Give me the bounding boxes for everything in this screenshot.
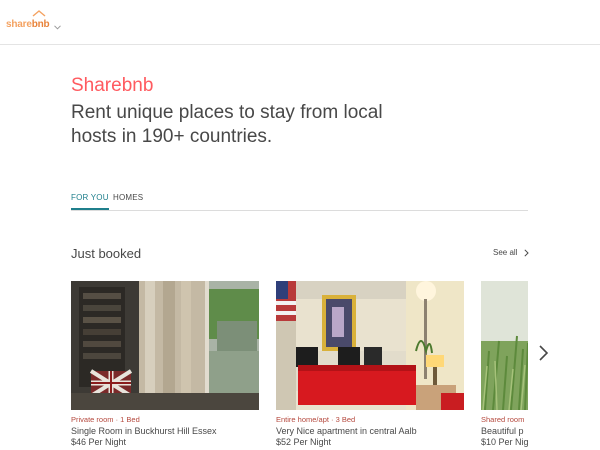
category-tabs: FOR YOU HOMES [71, 188, 528, 211]
listing-title: Very Nice apartment in central Aalb [276, 426, 417, 436]
see-all-link[interactable]: See all [493, 248, 530, 257]
listing-title: Single Room in Buckhurst Hill Essex [71, 426, 217, 436]
listing-photo [481, 281, 528, 410]
tagline: Rent unique places to stay from local ho… [71, 102, 383, 147]
brand-heading: Sharebnb [71, 75, 154, 96]
listing-type: Shared room [481, 415, 525, 424]
listing-card[interactable]: Private room · 1 Bed Single Room in Buck… [71, 281, 259, 448]
listing-card[interactable]: Shared room Beautiful p $10 Per Nigh [481, 281, 528, 448]
listing-price: $46 Per Night [71, 437, 127, 447]
listing-carousel: Private room · 1 Bed Single Room in Buck… [71, 281, 528, 450]
tab-for-you[interactable]: FOR YOU [71, 193, 109, 210]
chevron-down-icon [54, 25, 62, 30]
listing-price: $10 Per Nigh [481, 437, 528, 447]
see-all-label: See all [493, 248, 518, 257]
chevron-right-icon [539, 345, 549, 361]
house-roof-icon [32, 10, 46, 17]
logo: sharebnb [6, 19, 50, 30]
listing-title: Beautiful p [481, 426, 524, 436]
logo-menu-button[interactable]: sharebnb [6, 10, 62, 31]
listing-card[interactable]: Entire home/apt · 3 Bed Very Nice apartm… [276, 281, 464, 448]
top-navigation-bar: sharebnb [0, 0, 600, 45]
listing-type: Entire home/apt · 3 Bed [276, 415, 356, 424]
listing-photo [276, 281, 464, 410]
listing-photo [71, 281, 259, 410]
listing-type: Private room · 1 Bed [71, 415, 140, 424]
hero-section: Sharebnb Rent unique places to stay from… [71, 74, 541, 149]
section-title: Just booked [71, 246, 142, 261]
carousel-next-button[interactable] [536, 342, 552, 364]
listing-price: $52 Per Night [276, 437, 332, 447]
chevron-right-icon [524, 248, 530, 257]
tab-homes[interactable]: HOMES [113, 193, 143, 208]
